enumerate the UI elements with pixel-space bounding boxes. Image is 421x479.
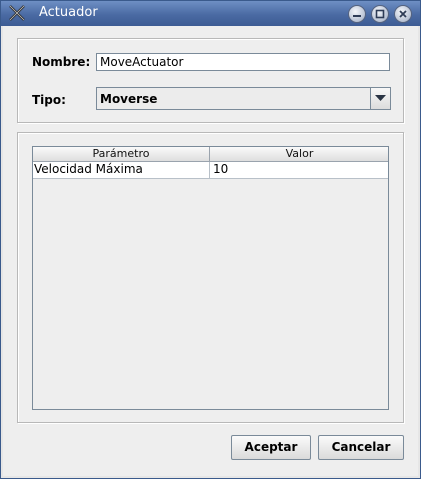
tipo-dropdown-button[interactable] bbox=[370, 88, 390, 109]
crossed-tools-icon bbox=[7, 3, 27, 23]
tipo-selected-value: Moverse bbox=[100, 92, 158, 106]
minimize-button[interactable] bbox=[348, 5, 366, 23]
table-row[interactable]: Velocidad Máxima 10 bbox=[33, 162, 388, 179]
tipo-label: Tipo: bbox=[32, 93, 66, 107]
maximize-icon bbox=[375, 9, 385, 19]
tipo-select[interactable]: Moverse bbox=[96, 87, 391, 110]
dialog-content: Nombre: MoveActuator Tipo: Moverse Parám… bbox=[3, 26, 418, 476]
chevron-down-icon bbox=[375, 95, 386, 101]
nombre-input[interactable]: MoveActuator bbox=[96, 53, 390, 71]
minimize-icon bbox=[353, 15, 361, 17]
column-header-parametro[interactable]: Parámetro bbox=[33, 147, 210, 162]
column-header-valor[interactable]: Valor bbox=[211, 147, 388, 162]
cell-valor[interactable]: 10 bbox=[211, 162, 388, 178]
accept-button[interactable]: Aceptar bbox=[231, 435, 311, 460]
cancel-button[interactable]: Cancelar bbox=[318, 435, 404, 460]
actuador-dialog: Actuador Nombre: MoveActuator Tipo: Move… bbox=[0, 0, 421, 479]
properties-panel bbox=[17, 38, 404, 123]
nombre-label: Nombre: bbox=[32, 55, 91, 69]
parameters-table[interactable]: Parámetro Valor Velocidad Máxima 10 bbox=[32, 146, 389, 410]
title-bar[interactable]: Actuador bbox=[1, 1, 420, 26]
maximize-button[interactable] bbox=[371, 5, 389, 23]
close-button[interactable] bbox=[394, 5, 412, 23]
window-title: Actuador bbox=[39, 5, 98, 20]
table-header: Parámetro Valor bbox=[33, 147, 388, 162]
close-icon bbox=[399, 10, 407, 18]
cell-parametro[interactable]: Velocidad Máxima bbox=[33, 162, 210, 178]
